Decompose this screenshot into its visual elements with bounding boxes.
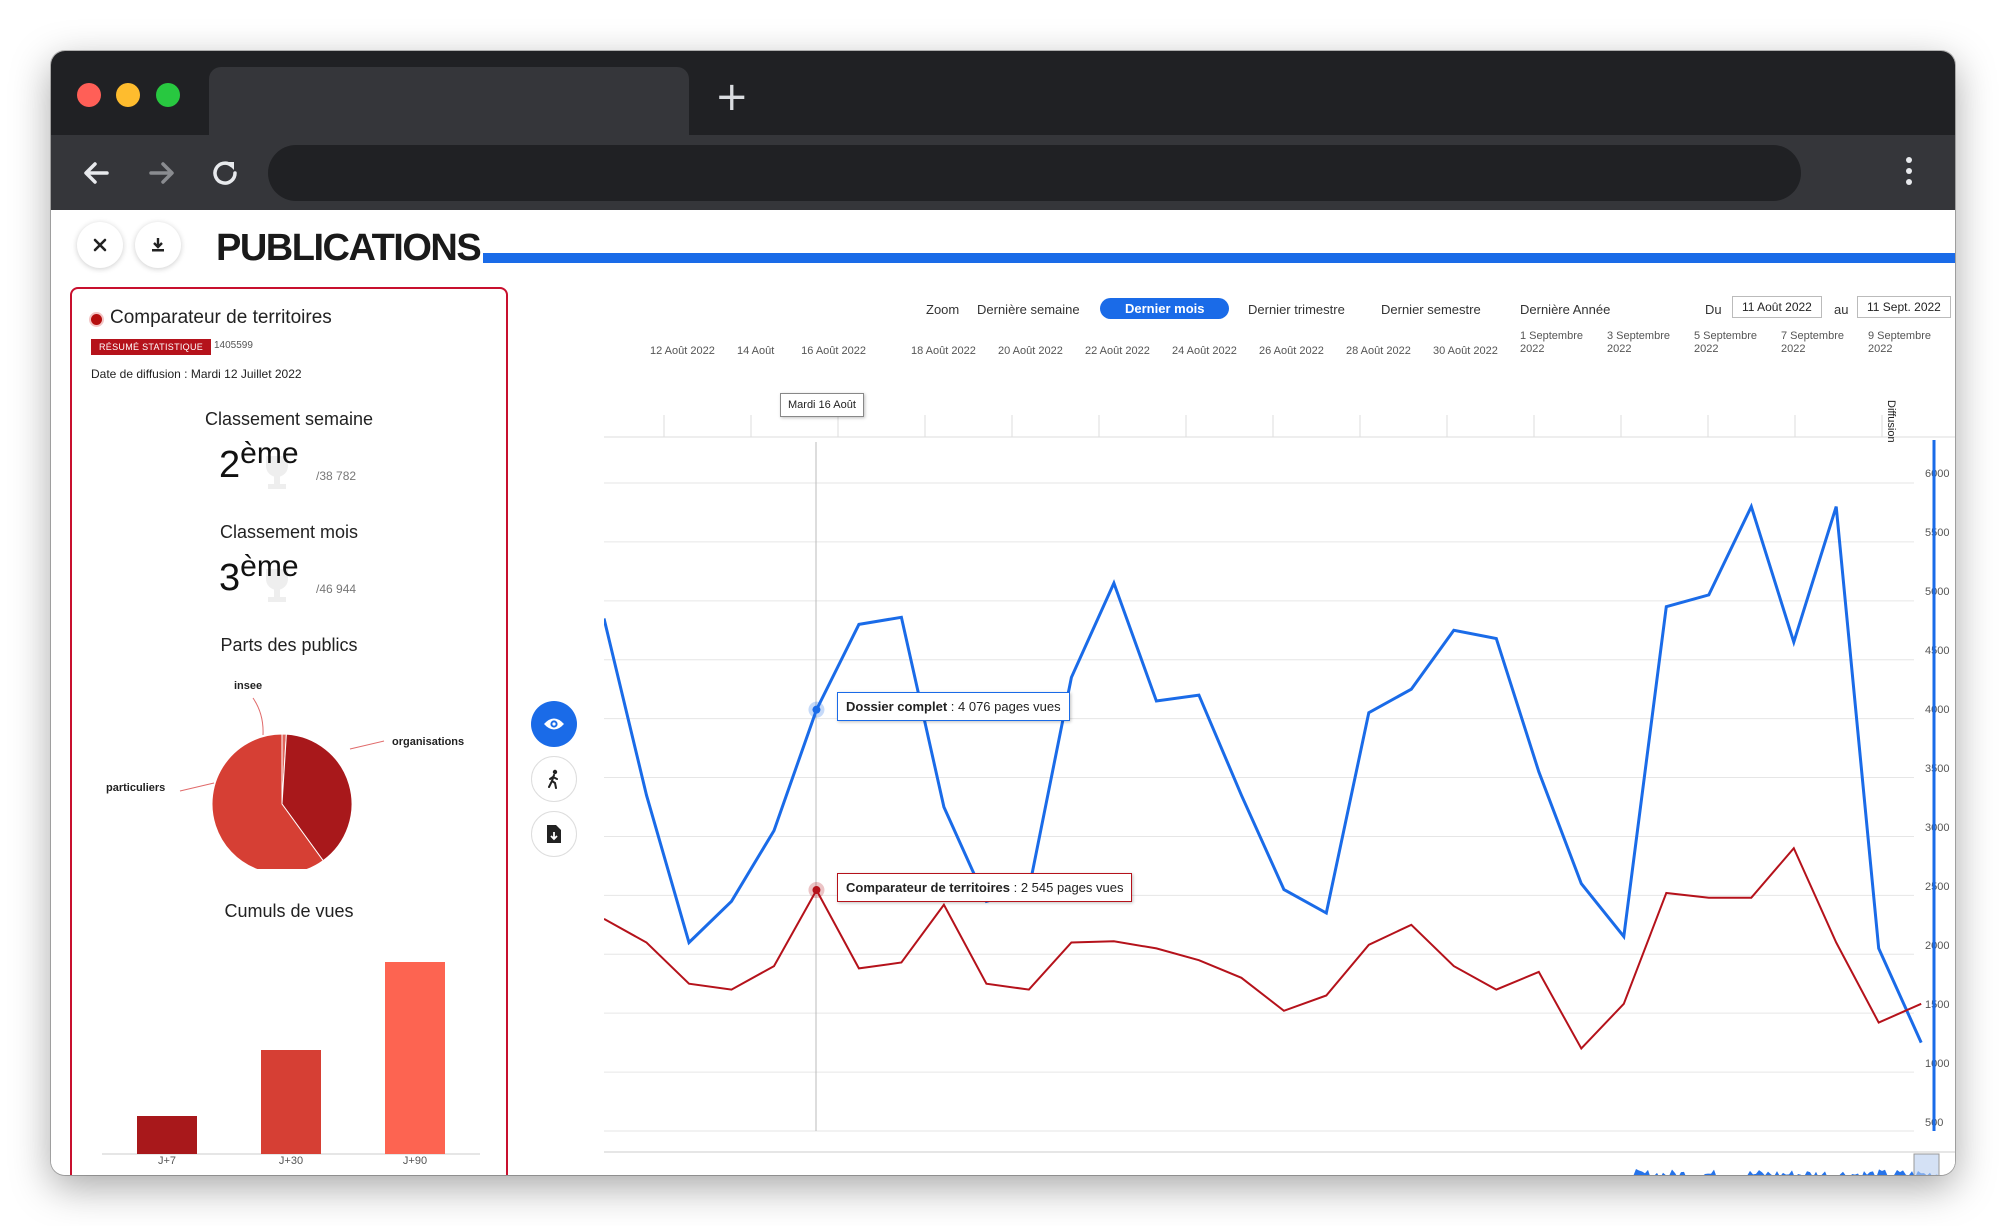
visitors-toggle-button[interactable] (531, 756, 577, 802)
title-underline (483, 253, 1955, 263)
dossier-tooltip-name: Dossier complet (846, 699, 948, 714)
x-tick-label: 1 Septembre 2022 (1520, 330, 1583, 355)
x-tick-label: 22 Août 2022 (1085, 345, 1150, 357)
new-tab-icon[interactable]: + (715, 77, 749, 117)
x-tick-label: 5 Septembre 2022 (1694, 330, 1757, 355)
views-line-chart (604, 415, 1955, 1132)
reload-icon[interactable] (205, 153, 245, 193)
publication-id: 1405599 (214, 340, 253, 351)
zoom-last-week[interactable]: Dernière semaine (977, 302, 1080, 317)
x-tick-label: 7 Septembre 2022 (1781, 330, 1844, 355)
week-rank-total: /38 782 (316, 469, 357, 483)
week-rank-number: 2 (219, 444, 241, 486)
file-download-icon (547, 825, 561, 843)
browser-tab[interactable] (209, 67, 689, 135)
dossier-tooltip-value: : 4 076 pages vues (947, 699, 1061, 714)
x-tick-label: 12 Août 2022 (650, 345, 715, 357)
x-tick-label: 16 Août 2022 (801, 345, 866, 357)
week-ranking-heading: Classement semaine (204, 409, 374, 429)
page-title: PUBLICATIONS (216, 227, 482, 269)
x-tick-label: 26 Août 2022 (1259, 345, 1324, 357)
cumul-heading: Cumuls de vues (224, 901, 354, 921)
navigator-minimap[interactable]: Jan. 18 Juil. 18 Jan. 19 Juil. 19 Jan. 20 Jui… (604, 1150, 1955, 1175)
back-arrow-icon[interactable] (77, 153, 117, 193)
to-label: au (1834, 302, 1849, 317)
month-rank-number: 3 (219, 557, 241, 599)
downloads-toggle-button[interactable] (531, 811, 577, 857)
bar-label-j30: J+30 (278, 1155, 304, 1167)
pie-label-organisations: organisations (392, 736, 465, 748)
leader-line (349, 740, 385, 750)
close-button[interactable] (77, 222, 123, 268)
walking-person-icon (548, 769, 558, 789)
dossier-tooltip: Dossier complet : 4 076 pages vues (837, 692, 1070, 721)
week-rank-suffix: ème (240, 437, 299, 470)
x-tick-label: 30 Août 2022 (1433, 345, 1498, 357)
x-tick-label: 3 Septembre 2022 (1607, 330, 1670, 355)
series-line-dossier (604, 502, 1923, 1044)
bar-J+7 (137, 1116, 197, 1154)
publication-summary-card: Comparateur de territoires RÉSUMÉ STATIS… (70, 287, 508, 1175)
maximize-window-dot[interactable] (156, 83, 180, 107)
summary-badge: RÉSUMÉ STATISTIQUE (91, 339, 212, 355)
cumul-bar-chart (102, 962, 480, 1155)
publics-heading: Parts des publics (220, 635, 358, 655)
download-icon (152, 238, 164, 252)
comparateur-tooltip-name: Comparateur de territoires (846, 880, 1010, 895)
close-icon (93, 238, 107, 252)
browser-window: + PUBLICATIONS Comparateur de territoire… (51, 51, 1955, 1175)
x-tick-label: 24 Août 2022 (1172, 345, 1237, 357)
x-tick-label: 28 Août 2022 (1346, 345, 1411, 357)
tab-bar: + (51, 51, 1955, 135)
pie-label-particuliers: particuliers (106, 782, 166, 794)
to-date-input[interactable]: 11 Sept. 2022 (1857, 296, 1951, 318)
zoom-last-quarter[interactable]: Dernier trimestre (1248, 302, 1345, 317)
month-ranking-heading: Classement mois (219, 522, 359, 542)
download-button[interactable] (135, 222, 181, 268)
month-rank-total: /46 944 (316, 582, 357, 596)
zoom-last-year[interactable]: Dernière Année (1520, 302, 1610, 317)
comparateur-tooltip-value: : 2 545 pages vues (1010, 880, 1124, 895)
zoom-label: Zoom (926, 302, 960, 317)
from-label: Du (1705, 302, 1722, 317)
pie-label-insee: insee (234, 680, 263, 692)
bar-J+90 (385, 962, 445, 1154)
month-rank: 3ème (219, 550, 299, 600)
week-rank: 2ème (219, 437, 299, 487)
bar-label-j7: J+7 (157, 1155, 177, 1167)
x-tick-label: 20 Août 2022 (998, 345, 1063, 357)
publication-title: Comparateur de territoires (110, 307, 332, 328)
browser-toolbar (51, 135, 1955, 210)
from-date-input[interactable]: 11 Août 2022 (1732, 296, 1822, 318)
browser-menu-icon[interactable] (1904, 157, 1914, 189)
zoom-last-semester[interactable]: Dernier semestre (1381, 302, 1481, 317)
forward-arrow-icon[interactable] (141, 153, 181, 193)
zoom-last-month[interactable]: Dernier mois (1100, 298, 1230, 319)
navigator-selection (1913, 1153, 1940, 1175)
address-bar[interactable] (268, 145, 1801, 201)
bar-J+30 (261, 1050, 321, 1154)
views-toggle-button[interactable] (531, 701, 577, 747)
leader-line (252, 697, 264, 736)
diffusion-label: Diffusion (1885, 400, 1897, 443)
x-tick-label: 14 Août (737, 345, 775, 357)
diffusion-date: Date de diffusion : Mardi 12 Juillet 202… (91, 367, 302, 381)
publics-pie-chart (179, 697, 385, 869)
status-dot (91, 314, 102, 325)
x-tick-label: 9 Septembre 2022 (1868, 330, 1931, 355)
navigator-bg (604, 1150, 1955, 1175)
hover-marker (812, 886, 821, 895)
hover-marker (812, 705, 821, 714)
eye-icon (544, 718, 564, 730)
page-content: PUBLICATIONS Comparateur de territoires … (51, 210, 1955, 1175)
bar-label-j90: J+90 (402, 1155, 428, 1167)
month-rank-suffix: ème (240, 550, 299, 583)
leader-line (179, 782, 215, 792)
minimize-window-dot[interactable] (116, 83, 140, 107)
comparateur-tooltip: Comparateur de territoires : 2 545 pages… (837, 873, 1133, 902)
x-tick-label: 18 Août 2022 (911, 345, 976, 357)
hover-date-label: Mardi 16 Août (780, 393, 864, 417)
series-line-comparateur (604, 846, 1922, 1051)
close-window-dot[interactable] (77, 83, 101, 107)
